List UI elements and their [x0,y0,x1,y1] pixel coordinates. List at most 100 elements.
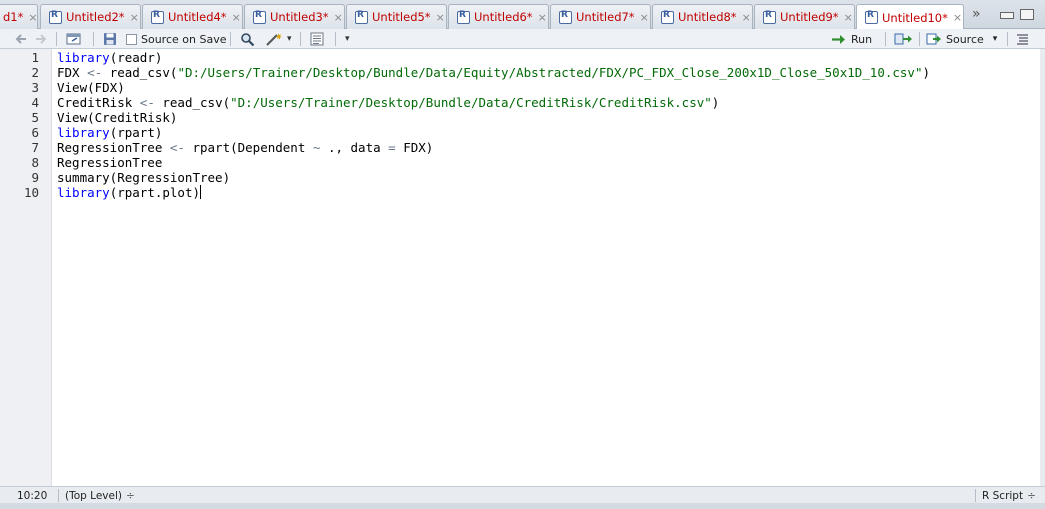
line-number: 3 [31,80,39,95]
line-number: 9 [31,170,39,185]
r-script-icon [49,10,62,24]
cursor-position: 10:20 [17,489,48,502]
toolbar-divider [300,32,301,46]
scope-selector[interactable]: (Top Level) ÷ [65,488,135,503]
search-icon[interactable] [240,31,255,47]
text-cursor [200,185,201,199]
maximize-pane-icon[interactable] [1020,9,1034,20]
code-line[interactable]: library(readr) [57,50,162,65]
line-number: 8 [31,155,39,170]
tab-untitled3[interactable]: Untitled3* × [244,4,345,29]
compile-report-icon[interactable] [310,31,325,47]
tab-untitled6[interactable]: Untitled6* × [448,4,549,29]
close-icon[interactable]: × [640,11,649,24]
code-token: library [57,50,110,65]
code-token: FDX [57,65,88,80]
code-token: read_csv( [154,95,231,110]
code-token: RegressionTree [57,140,170,155]
vertical-scrollbar[interactable] [1040,49,1045,486]
close-icon[interactable]: × [232,11,241,24]
code-line[interactable]: library(rpart) [57,125,162,140]
code-line[interactable]: CreditRisk <- read_csv("D:/Users/Trainer… [57,95,719,110]
scope-label: (Top Level) [65,489,122,502]
options-dropdown-arrow[interactable]: ▾ [345,34,350,44]
run-label: Run [851,32,873,46]
tab-untitled9[interactable]: Untitled9* × [754,4,855,29]
magic-wand-icon[interactable]: ▾ [265,31,292,47]
tab-label: Untitled7* [576,10,635,24]
outline-menu-icon[interactable] [1015,31,1030,47]
tab-label: Untitled4* [168,10,227,24]
code-token: (rpart) [109,125,163,140]
forward-arrow-icon[interactable] [33,31,49,47]
source-button[interactable]: Source ▾ [926,31,997,47]
editor-toolbar: Source on Save ▾ ▾ Run Source ▾ [0,29,1045,49]
toolbar-divider [335,32,336,46]
close-icon[interactable]: × [130,11,139,24]
rerun-icon[interactable] [894,31,914,47]
tab-untitled7[interactable]: Untitled7* × [550,4,651,29]
code-line[interactable]: summary(RegressionTree) [57,170,230,185]
minimize-pane-icon[interactable] [1000,12,1014,19]
r-script-icon [355,10,368,24]
r-script-icon [457,10,470,24]
code-token: ) [922,65,931,80]
line-number: 1 [31,50,39,65]
tab-label: Untitled2* [66,10,125,24]
save-icon[interactable] [103,31,117,47]
code-line[interactable]: RegressionTree <- rpart(Dependent ~ ., d… [57,140,433,155]
tab-untitled2[interactable]: Untitled2* × [40,4,141,29]
r-script-icon [865,10,878,24]
code-line[interactable]: View(FDX) [57,80,125,95]
file-type-label: R Script [982,489,1024,502]
r-script-icon [151,10,164,24]
code-token: library [57,125,110,140]
checkbox-box[interactable] [126,33,137,45]
tab-untitled4[interactable]: Untitled4* × [142,4,243,29]
r-script-icon [661,10,674,24]
back-arrow-icon[interactable] [13,31,29,47]
toolbar-divider [885,32,886,46]
code-line[interactable]: View(CreditRisk) [57,110,177,125]
tab-untitled5[interactable]: Untitled5* × [346,4,447,29]
code-token: rpart(Dependent [184,140,313,155]
tab-d1[interactable]: d1* × [0,4,38,29]
pane-splitter[interactable] [0,503,1045,509]
code-line[interactable]: library(rpart.plot) [57,185,201,200]
tab-untitled10[interactable]: Untitled10* × [856,4,964,30]
chevron-down-icon[interactable]: ▾ [287,34,292,44]
source-on-save-checkbox[interactable]: Source on Save [126,31,226,47]
options-chevron-down-icon[interactable]: ▾ [345,31,350,47]
chevron-down-icon[interactable]: ▾ [993,34,998,44]
code-token: library [57,185,110,200]
code-token: "D:/Users/Trainer/Desktop/Bundle/Data/Eq… [177,65,923,80]
run-button[interactable]: Run [831,31,872,47]
r-script-icon [559,10,572,24]
file-type-selector[interactable]: R Script ÷ [982,488,1036,503]
line-number: 2 [31,65,39,80]
code-editor[interactable]: 1 2 3 4 5 6 7 8 9 10 library(readr) FDX … [0,49,1040,486]
close-icon[interactable]: × [742,11,751,24]
file-type-dropdown-icon[interactable]: ÷ [1027,490,1036,502]
close-icon[interactable]: × [334,11,343,24]
tab-overflow-icon[interactable]: » [972,6,981,22]
scope-dropdown-icon[interactable]: ÷ [126,490,135,502]
line-number: 7 [31,140,39,155]
close-icon[interactable]: × [538,11,547,24]
close-icon[interactable]: × [953,11,962,24]
code-token: <- [87,65,103,80]
code-token: "D:/Users/Trainer/Desktop/Bundle/Data/Cr… [230,95,712,110]
code-token: <- [169,140,185,155]
close-icon[interactable]: × [28,11,37,24]
show-in-window-icon[interactable] [66,31,82,47]
code-line[interactable]: RegressionTree [57,155,162,170]
toolbar-divider [230,32,231,46]
close-icon[interactable]: × [436,11,445,24]
close-icon[interactable]: × [844,11,853,24]
toolbar-divider [1007,32,1008,46]
tab-untitled8[interactable]: Untitled8* × [652,4,753,29]
line-number: 10 [23,185,39,200]
tab-label: Untitled10* [882,10,948,25]
tab-label: Untitled6* [474,10,533,24]
code-line[interactable]: FDX <- read_csv("D:/Users/Trainer/Deskto… [57,65,930,80]
